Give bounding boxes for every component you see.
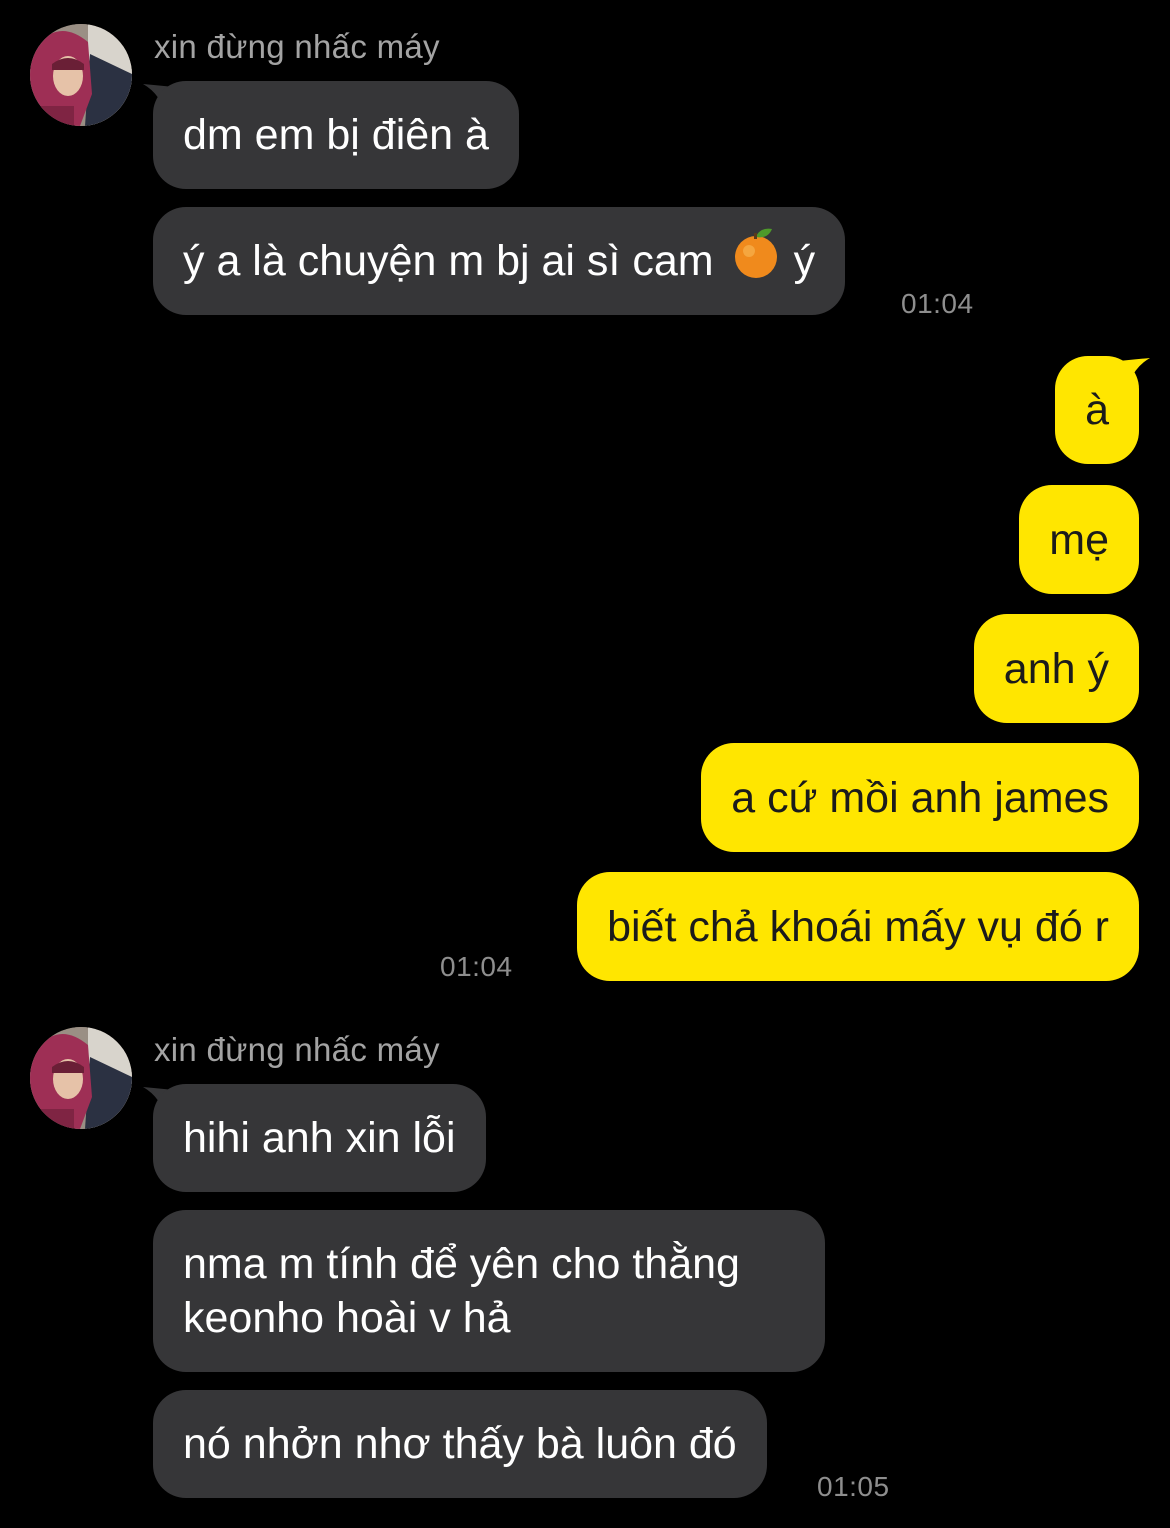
- message-timestamp: 01:05: [817, 1471, 890, 1502]
- message-timestamp: 01:04: [901, 288, 974, 319]
- message-text: anh ý: [1003, 644, 1109, 693]
- message-text: à: [1085, 386, 1109, 434]
- sender-name: xin đừng nhấc máy: [154, 28, 440, 65]
- message-text: biết chả khoái mấy vụ đó r: [607, 902, 1109, 951]
- incoming-message-bubble[interactable]: dm em bị điên à: [153, 81, 519, 189]
- outgoing-message-bubble[interactable]: a cứ mồi anh james: [701, 743, 1139, 852]
- message-timestamp: 01:04: [440, 951, 513, 982]
- sender-name: xin đừng nhấc máy: [154, 1031, 440, 1068]
- outgoing-message-bubble[interactable]: biết chả khoái mấy vụ đó r: [577, 872, 1139, 981]
- incoming-message-bubble[interactable]: nó nhởn nhơ thấy bà luôn đó: [153, 1390, 767, 1498]
- tangerine-emoji-icon: [732, 225, 780, 292]
- contact-avatar[interactable]: [30, 24, 132, 126]
- incoming-message-bubble[interactable]: hihi anh xin lỗi: [153, 1084, 486, 1192]
- message-text-line: nma m tính để yên cho thằng: [183, 1240, 740, 1288]
- message-text: ý a là chuyện m bj ai sì cam: [183, 237, 714, 285]
- outgoing-message-bubble[interactable]: à: [1055, 356, 1139, 464]
- message-text: mẹ: [1049, 515, 1109, 564]
- outgoing-message-bubble[interactable]: anh ý: [973, 614, 1139, 723]
- incoming-message-bubble[interactable]: nma m tính để yên cho thằng keonho hoài …: [153, 1210, 825, 1372]
- contact-avatar[interactable]: [30, 1027, 132, 1129]
- incoming-message-bubble[interactable]: ý a là chuyện m bj ai sì cam ý: [153, 207, 846, 315]
- message-text: nó nhởn nhơ thấy bà luôn đó: [183, 1420, 737, 1468]
- message-text: hihi anh xin lỗi: [183, 1114, 456, 1162]
- outgoing-message-bubble[interactable]: mẹ: [1019, 485, 1139, 594]
- message-text: a cứ mồi anh james: [731, 773, 1109, 822]
- message-text-line: keonho hoài v hả: [183, 1294, 511, 1342]
- message-text: ý: [793, 237, 816, 285]
- message-text: dm em bị điên à: [183, 111, 489, 159]
